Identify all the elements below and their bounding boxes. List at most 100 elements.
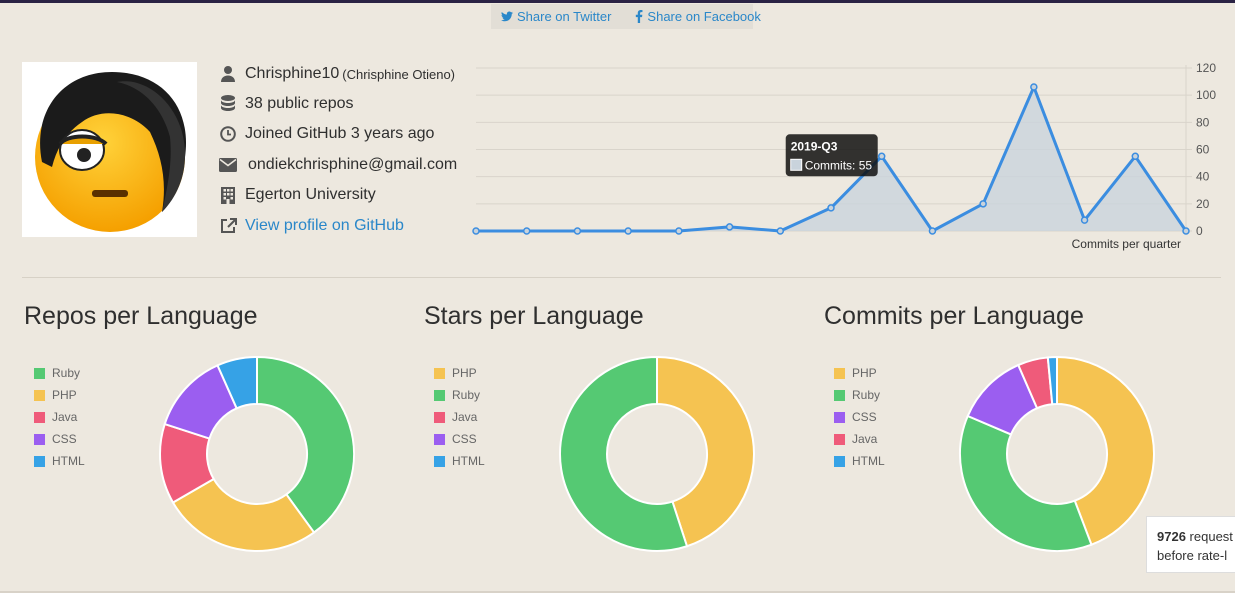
- data-point[interactable]: [472, 227, 480, 235]
- email-row: ondiekchrisphine@gmail.com: [218, 153, 457, 177]
- legend-swatch: [34, 455, 45, 467]
- legend-label: PHP: [852, 366, 877, 380]
- y-tick-label: 120: [1196, 61, 1216, 75]
- tooltip-swatch: [790, 158, 803, 171]
- legend-item-html[interactable]: HTML: [434, 450, 485, 472]
- data-point[interactable]: [776, 227, 785, 235]
- legend-item-ruby[interactable]: Ruby: [434, 384, 485, 406]
- repos-count: 38 public repos: [245, 95, 354, 112]
- legend-swatch: [434, 367, 445, 379]
- y-tick-label: 100: [1196, 88, 1216, 102]
- legend-swatch: [834, 367, 845, 379]
- share-twitter-link[interactable]: Share on Twitter: [501, 9, 611, 24]
- joined-text: Joined GitHub 3 years ago: [245, 125, 435, 142]
- avatar-emoji-image: [35, 72, 187, 232]
- section-divider: [22, 277, 1221, 278]
- data-point[interactable]: [725, 223, 734, 231]
- legend-item-html[interactable]: HTML: [34, 450, 85, 472]
- profile-link-row[interactable]: View profile on GitHub: [218, 214, 404, 238]
- legend-label: HTML: [452, 454, 485, 468]
- donut-slice-ruby[interactable]: [959, 414, 1093, 552]
- legend-item-php[interactable]: PHP: [34, 384, 85, 406]
- legend-swatch: [434, 411, 445, 423]
- user-icon: [218, 66, 238, 82]
- legend-item-ruby[interactable]: Ruby: [834, 384, 885, 406]
- legend-item-php[interactable]: PHP: [434, 362, 485, 384]
- chart-tooltip: 2019-Q3 Commits: 55: [785, 134, 878, 177]
- stars-donut-chart: [559, 355, 755, 552]
- legend-swatch: [834, 455, 845, 467]
- legend-swatch: [434, 455, 445, 467]
- legend-label: Ruby: [852, 388, 881, 402]
- view-profile-link[interactable]: View profile on GitHub: [245, 217, 404, 235]
- avatar: [22, 62, 197, 237]
- legend-swatch: [34, 433, 45, 445]
- data-point[interactable]: [877, 152, 886, 161]
- data-point[interactable]: [675, 227, 683, 235]
- legend-label: HTML: [52, 454, 85, 468]
- legend-swatch: [34, 389, 45, 401]
- top-bar: [0, 0, 1235, 3]
- envelope-icon: [218, 158, 238, 172]
- legend-item-ruby[interactable]: Ruby: [34, 362, 85, 384]
- legend-item-java[interactable]: Java: [34, 406, 85, 428]
- legend-item-html[interactable]: HTML: [834, 450, 885, 472]
- data-point[interactable]: [1080, 216, 1089, 224]
- data-point[interactable]: [1030, 83, 1038, 91]
- legend-swatch: [834, 389, 845, 401]
- commits-per-quarter-chart: 0 20 40 60 80 100 120 Commits per quarter 2019…: [472, 61, 1216, 251]
- y-tick-label: 20: [1196, 197, 1210, 211]
- full-name: (Chrisphine Otieno): [342, 66, 455, 82]
- y-tick-label: 80: [1196, 115, 1210, 129]
- x-axis-label: Commits per quarter: [1072, 237, 1181, 251]
- data-point[interactable]: [979, 200, 987, 208]
- legend-swatch: [434, 433, 445, 445]
- share-facebook-link[interactable]: Share on Facebook: [635, 9, 761, 24]
- facebook-icon: [636, 10, 643, 23]
- stars-per-language-title: Stars per Language: [424, 302, 644, 330]
- tooltip-title: 2019-Q3: [791, 139, 838, 153]
- legend-swatch: [834, 433, 845, 445]
- company-row: Egerton University: [218, 183, 376, 207]
- data-point[interactable]: [1182, 227, 1190, 235]
- external-link-icon: [218, 218, 238, 234]
- legend-item-css[interactable]: CSS: [834, 406, 885, 428]
- rate-limit-text-1: request: [1189, 529, 1233, 544]
- data-point[interactable]: [1131, 152, 1140, 161]
- legend-item-java[interactable]: Java: [834, 428, 885, 450]
- data-point[interactable]: [624, 227, 632, 235]
- commits-per-language-title: Commits per Language: [824, 302, 1084, 330]
- rate-limit-text-2: before rate-l: [1157, 548, 1228, 563]
- legend-label: Java: [852, 432, 878, 446]
- legend-label: CSS: [852, 410, 877, 424]
- repos-row: 38 public repos: [218, 92, 354, 116]
- legend-swatch: [34, 367, 45, 379]
- legend-item-css[interactable]: CSS: [34, 428, 85, 450]
- legend-item-java[interactable]: Java: [434, 406, 485, 428]
- repos-legend: Ruby PHP Java CSS HTML: [34, 362, 85, 472]
- legend-label: Ruby: [452, 388, 481, 402]
- commits-legend: PHP Ruby CSS Java HTML: [834, 362, 885, 472]
- data-point[interactable]: [522, 227, 531, 235]
- email: ondiekchrisphine@gmail.com: [248, 156, 458, 173]
- legend-label: PHP: [452, 366, 477, 380]
- repos-donut-chart: [159, 355, 355, 552]
- legend-label: Java: [52, 410, 78, 424]
- legend-swatch: [434, 389, 445, 401]
- commits-donut-chart: [959, 355, 1155, 552]
- joined-row: Joined GitHub 3 years ago: [218, 122, 434, 146]
- data-point[interactable]: [928, 227, 937, 235]
- legend-item-php[interactable]: PHP: [834, 362, 885, 384]
- legend-label: PHP: [52, 388, 77, 402]
- username-row: Chrisphine10 (Chrisphine Otieno): [218, 62, 455, 86]
- rate-limit-box: 9726 request before rate-l: [1146, 516, 1235, 573]
- legend-label: Java: [452, 410, 478, 424]
- stars-legend: PHP Ruby Java CSS HTML: [434, 362, 485, 472]
- building-icon: [218, 186, 238, 204]
- data-point[interactable]: [827, 204, 835, 212]
- data-point[interactable]: [573, 227, 582, 235]
- legend-item-css[interactable]: CSS: [434, 428, 485, 450]
- share-facebook-label: Share on Facebook: [647, 9, 761, 24]
- twitter-icon: [501, 11, 513, 22]
- y-tick-label: 40: [1196, 170, 1210, 184]
